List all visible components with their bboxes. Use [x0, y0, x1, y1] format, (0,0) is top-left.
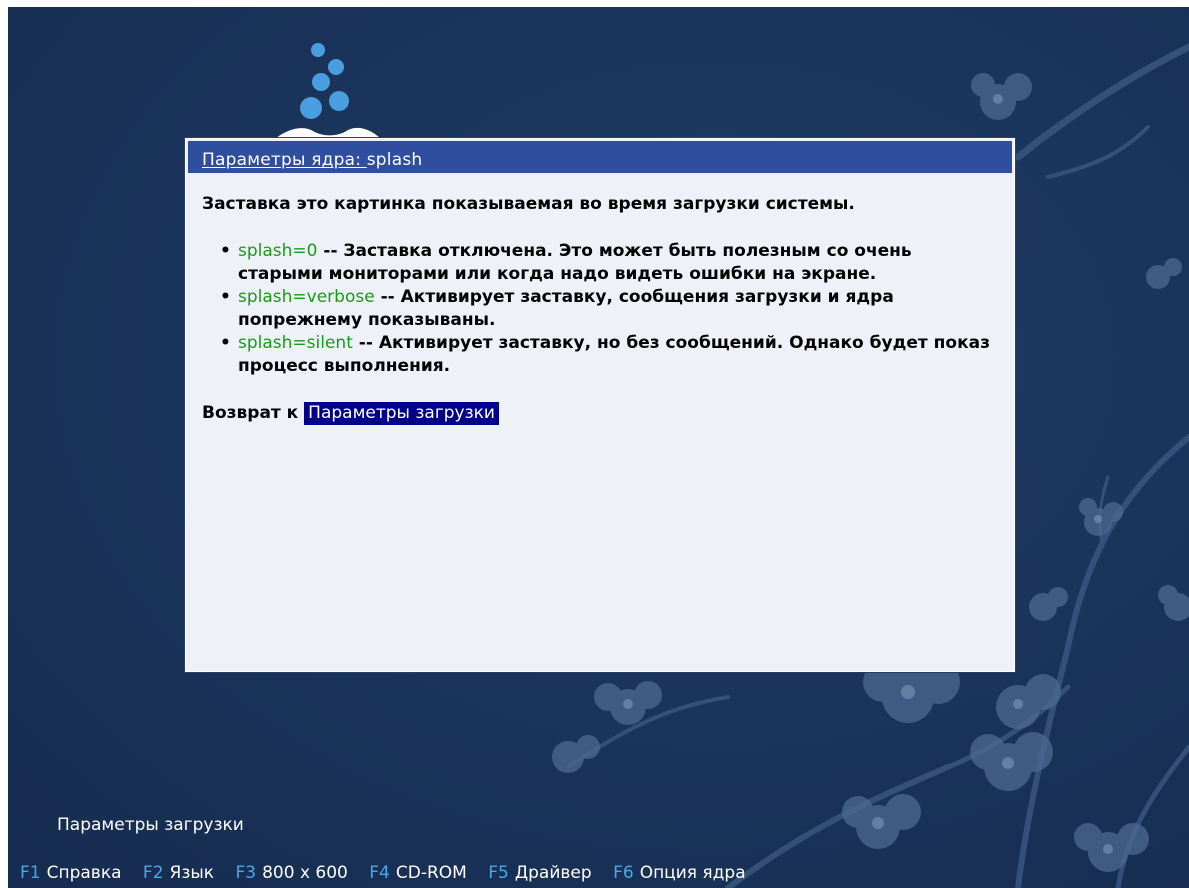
fkey-code: F3 [235, 863, 257, 883]
fkey-code: F6 [613, 863, 634, 883]
option-keyword: splash=verbose [238, 287, 375, 307]
list-item: • splash=verbose -- Активирует заставку,… [202, 286, 1002, 332]
f3-resolution-key[interactable]: F3 800 x 600 [235, 863, 347, 883]
back-navigation: Возврат к Параметры загрузки [202, 402, 1002, 425]
bullet-icon: • [220, 241, 231, 261]
f2-language-key[interactable]: F2 Язык [143, 863, 214, 883]
function-key-bar: F1 Справка F2 Язык F3 800 x 600 F4 CD-ROM F5… [20, 863, 762, 887]
boot-params-label[interactable]: Параметры загрузки [57, 815, 244, 835]
dialog-title-bar: Параметры ядра: splash [188, 141, 1012, 173]
list-item: • splash=silent -- Активирует заставку, … [202, 332, 1002, 378]
bullet-icon: • [220, 333, 231, 353]
dialog-body: Заставка это картинка показываемая во вр… [202, 193, 1002, 425]
fkey-label: 800 x 600 [262, 863, 348, 883]
fkey-code: F5 [488, 863, 509, 883]
f5-driver-key[interactable]: F5 Драйвер [488, 863, 591, 883]
splash-options-list: • splash=0 -- Заставка отключена. Это мо… [202, 240, 1002, 378]
fkey-label: CD-ROM [395, 863, 467, 883]
bullet-icon: • [220, 287, 231, 307]
boot-screen: Параметры ядра: splash Заставка это карт… [8, 7, 1189, 888]
dialog-title-colon: : [355, 150, 367, 170]
fkey-label: Справка [46, 863, 122, 883]
dialog-title-prefix: Параметры ядра [202, 150, 356, 170]
fkey-label: Опция ядра [639, 863, 746, 883]
f1-help-key[interactable]: F1 Справка [20, 863, 122, 883]
list-item: • splash=0 -- Заставка отключена. Это мо… [202, 240, 1002, 286]
dialog-intro-text: Заставка это картинка показываемая во вр… [202, 194, 855, 214]
fkey-code: F2 [142, 863, 164, 883]
fkey-code: F4 [369, 863, 390, 883]
dialog-title: Параметры ядра: splash [202, 150, 422, 170]
fkey-code: F1 [20, 863, 41, 883]
option-description: -- Заставка отключена. Это может быть по… [238, 241, 912, 284]
fkey-label: Язык [169, 863, 215, 883]
option-keyword: splash=silent [238, 333, 353, 353]
help-dialog: Параметры ядра: splash Заставка это карт… [185, 138, 1015, 672]
back-prefix: Возврат к [202, 403, 299, 423]
f4-source-key[interactable]: F4 CD-ROM [369, 863, 467, 883]
fkey-label: Драйвер [514, 863, 592, 883]
dialog-title-keyword: splash [366, 150, 423, 170]
boot-params-link[interactable]: Параметры загрузки [304, 402, 499, 425]
distro-logo [276, 43, 380, 138]
f6-kernel-options-key[interactable]: F6 Опция ядра [613, 863, 746, 883]
option-keyword: splash=0 [238, 241, 318, 261]
